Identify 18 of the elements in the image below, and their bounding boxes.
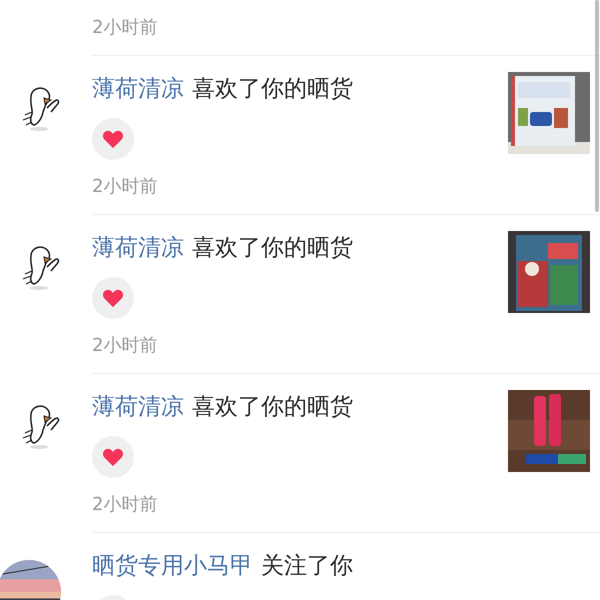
heart-icon — [102, 447, 124, 467]
user-name-link[interactable]: 薄荷清凉 — [92, 72, 184, 104]
notification-text: 关注了你 — [261, 552, 353, 580]
user-name-link[interactable]: 晒货专用小马甲 — [92, 550, 253, 580]
timestamp: 2小时前 — [92, 176, 158, 198]
timestamp: 2小时前 — [92, 17, 158, 39]
user-name-link[interactable]: 薄荷清凉 — [92, 390, 184, 422]
like-button[interactable] — [92, 436, 134, 478]
user-name-link[interactable]: 薄荷清凉 — [92, 232, 184, 262]
like-button[interactable] — [92, 277, 134, 319]
notification-text: 喜欢了你的晒货 — [192, 234, 353, 262]
notification-text: 喜欢了你的晒货 — [192, 74, 353, 104]
heart-icon — [102, 288, 124, 308]
like-button[interactable] — [92, 118, 134, 160]
heart-icon — [102, 129, 124, 149]
timestamp: 2小时前 — [92, 335, 158, 357]
notification-text: 喜欢了你的晒货 — [192, 392, 353, 422]
timestamp: 2小时前 — [92, 494, 158, 516]
